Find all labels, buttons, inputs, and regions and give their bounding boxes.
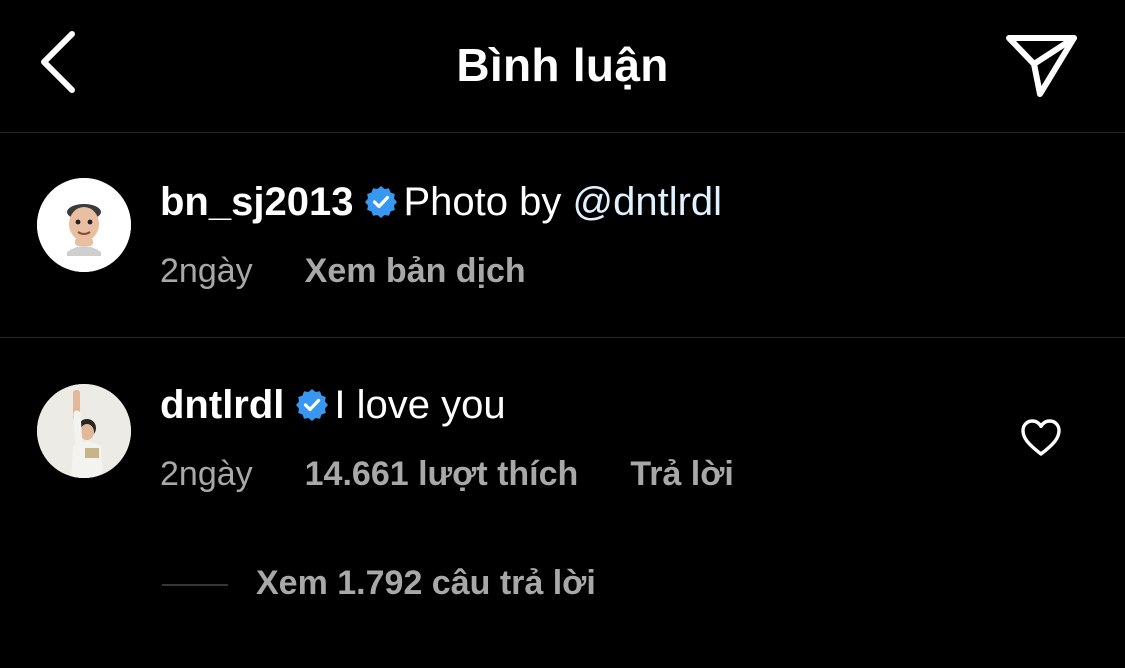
caption-username[interactable]: bn_sj2013 [160, 180, 353, 224]
likes-count-button[interactable]: 14.661 lượt thích [305, 455, 579, 493]
caption-body: Photo by [403, 180, 573, 224]
share-button[interactable] [1002, 30, 1080, 100]
comment-timestamp: 2ngày [160, 455, 253, 493]
photo-avatar-icon [37, 384, 131, 478]
comment-body: I love you [334, 383, 506, 427]
comment-avatar[interactable] [37, 384, 131, 478]
comment-text-line: dntlrdl I love you [160, 383, 506, 428]
comment-meta: 2ngày 14.661 lượt thích Trả lời [160, 455, 734, 494]
caption-text-line: bn_sj2013 Photo by @dntlrdl [160, 180, 722, 225]
page-title: Bình luận [456, 39, 669, 91]
verified-badge-icon [296, 389, 329, 421]
caption-avatar[interactable] [37, 178, 131, 272]
caption-divider [0, 337, 1125, 338]
caption-timestamp: 2ngày [160, 252, 253, 290]
replies-line [162, 584, 228, 586]
comment-username[interactable]: dntlrdl [160, 383, 284, 427]
view-replies-button[interactable]: Xem 1.792 câu trả lời [256, 564, 596, 603]
heart-outline-icon [1021, 419, 1061, 456]
translate-button[interactable]: Xem bản dịch [305, 252, 526, 290]
like-button[interactable] [1020, 418, 1062, 458]
paper-plane-icon [1006, 35, 1077, 97]
memoji-avatar-icon [37, 178, 131, 272]
reply-button[interactable]: Trả lời [630, 455, 734, 493]
verified-badge-icon [365, 186, 398, 218]
caption-mention-link[interactable]: @dntlrdl [572, 180, 722, 224]
header-bar: Bình luận [0, 0, 1125, 132]
header-divider [0, 132, 1125, 133]
caption-meta: 2ngày Xem bản dịch [160, 252, 526, 291]
